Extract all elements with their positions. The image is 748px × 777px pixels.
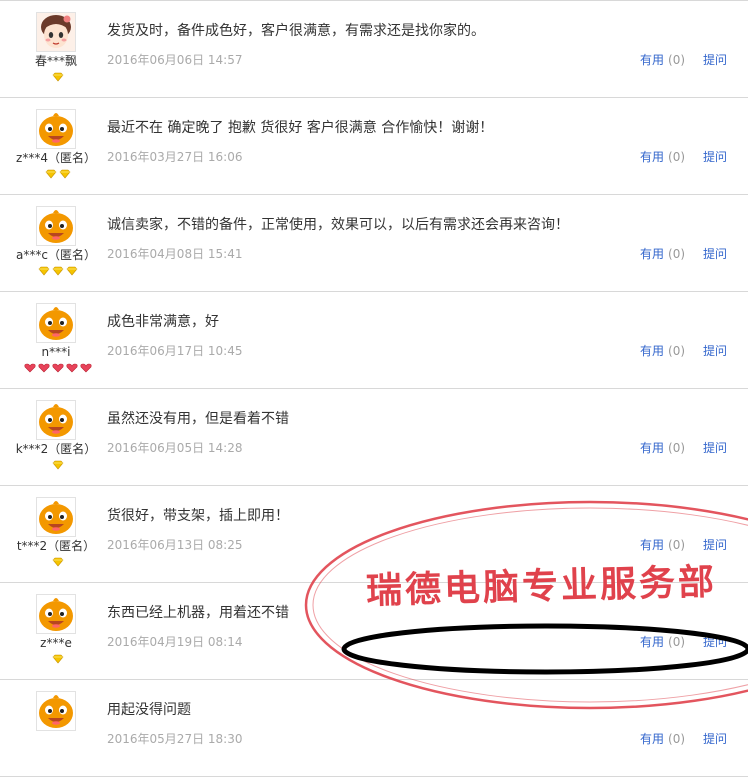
seal-stamp-graphic [304,500,748,710]
stamp-overlay: 瑞德电脑专业服务部 [0,0,748,749]
stamp-text: 瑞德电脑专业服务部 [365,560,718,612]
